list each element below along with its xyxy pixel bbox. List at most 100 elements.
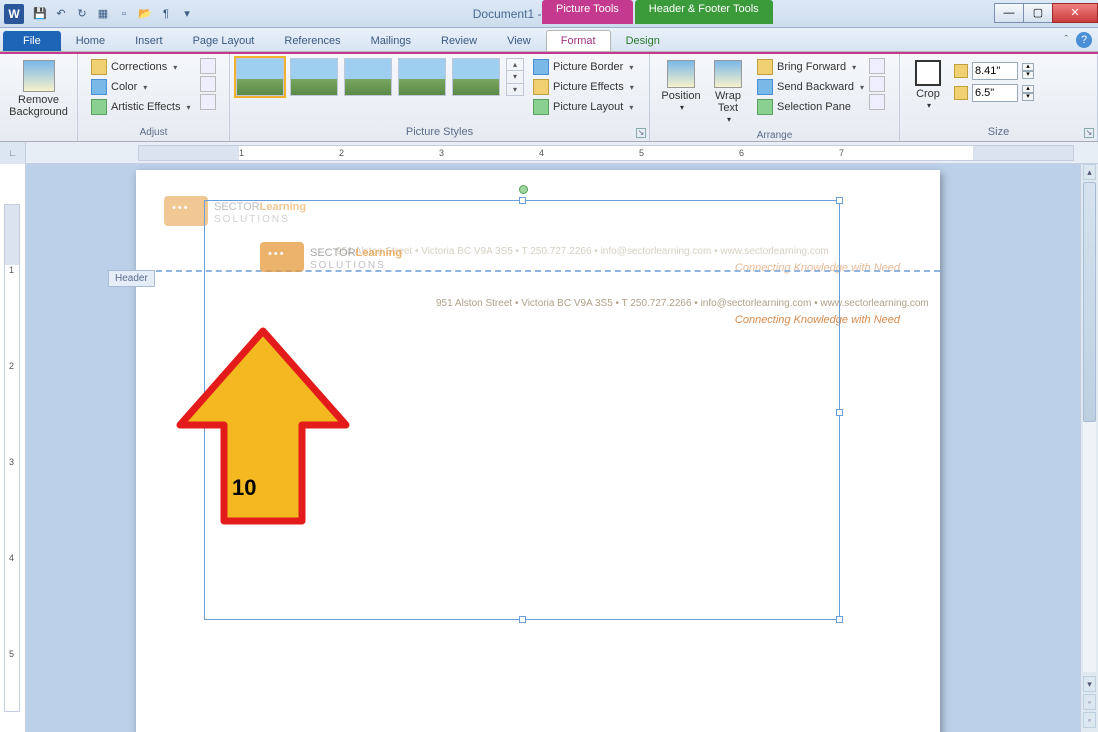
artistic-effects-icon [91,99,107,115]
close-button[interactable]: ✕ [1052,3,1098,23]
height-icon [954,64,968,78]
tab-insert[interactable]: Insert [120,30,178,51]
title-bar: W 💾 ↶ ↻ ▦ ▫ 📂 ¶ ▾ Document1 - Microsoft … [0,0,1098,28]
crop-icon [915,60,941,86]
group-label-arrange: Arrange [650,128,899,144]
handle-ne[interactable] [836,197,843,204]
prev-page-button[interactable]: ◦ [1083,694,1096,710]
height-up[interactable]: ▴ [1022,63,1034,71]
handle-e[interactable] [836,409,843,416]
rotate-icon[interactable] [869,94,885,110]
annotation-label: 10 [232,475,256,501]
remove-background-button[interactable]: Remove Background [6,58,71,120]
rotate-handle[interactable] [519,185,528,194]
next-page-button[interactable]: ◦ [1083,712,1096,728]
ruler-row: ∟ 1234567 [0,142,1098,164]
redo-icon[interactable]: ↻ [73,5,91,23]
position-button[interactable]: Position▾ [656,58,706,116]
scroll-up-button[interactable]: ▴ [1083,164,1096,180]
wrap-text-button[interactable]: Wrap Text▾ [706,58,750,128]
artistic-effects-button[interactable]: Artistic Effects▾ [88,98,194,116]
scroll-thumb[interactable] [1083,182,1096,422]
picture-effects-label: Picture Effects [553,81,624,93]
gallery-style-2[interactable] [290,58,338,96]
tab-references[interactable]: References [269,30,355,51]
file-tab[interactable]: File [3,31,61,51]
tab-home[interactable]: Home [61,30,120,51]
tab-mailings[interactable]: Mailings [356,30,426,51]
send-backward-button[interactable]: Send Backward▾ [754,78,867,96]
vertical-ruler[interactable]: 12345 [0,164,26,732]
handle-se[interactable] [836,616,843,623]
scroll-down-button[interactable]: ▾ [1083,676,1096,692]
handle-n[interactable] [519,197,526,204]
scroll-track[interactable] [1083,182,1096,672]
minimize-ribbon-icon[interactable]: ˆ [1064,34,1068,46]
tab-view[interactable]: View [492,30,546,51]
chevron-down-icon: ▾ [630,83,634,92]
chevron-down-icon: ▾ [852,63,856,72]
chevron-down-icon: ▾ [629,63,633,72]
paragraph-marks-icon[interactable]: ¶ [157,5,175,23]
picture-styles-gallery: ▴▾▾ [236,58,524,96]
picture-layout-button[interactable]: Picture Layout▾ [530,98,637,116]
color-button[interactable]: Color▾ [88,78,194,96]
compress-pictures-icon[interactable] [200,58,216,74]
qat-customize-icon[interactable]: ▾ [178,5,196,23]
gallery-style-5[interactable] [452,58,500,96]
undo-icon[interactable]: ↶ [52,5,70,23]
app-icon[interactable]: W [4,4,24,24]
chevron-down-icon: ▾ [860,83,864,92]
annotation-arrow [176,325,351,530]
bring-forward-icon [757,59,773,75]
handle-s[interactable] [519,616,526,623]
gallery-style-1[interactable] [236,58,284,96]
crop-button[interactable]: Crop▾ [906,58,950,114]
chevron-down-icon: ▾ [680,102,684,114]
tab-format[interactable]: Format [546,30,611,51]
selection-pane-label: Selection Pane [777,101,851,113]
reset-picture-icon[interactable] [200,94,216,110]
crop-label: Crop [916,88,940,100]
corrections-button[interactable]: Corrections▾ [88,58,194,76]
picture-effects-icon [533,79,549,95]
dialog-launcher-icon[interactable]: ↘ [1084,128,1094,138]
height-value: 8.41" [975,65,1000,77]
width-up[interactable]: ▴ [1022,85,1034,93]
save-icon[interactable]: 💾 [31,5,49,23]
help-icon[interactable]: ? [1076,32,1092,48]
color-label: Color [111,81,137,93]
picture-effects-button[interactable]: Picture Effects ▾ [530,78,637,96]
gallery-style-3[interactable] [344,58,392,96]
qat-item-icon[interactable]: ▦ [94,5,112,23]
width-down[interactable]: ▾ [1022,93,1034,101]
align-icon[interactable] [869,58,885,74]
selection-pane-button[interactable]: Selection Pane [754,98,867,116]
vertical-scrollbar[interactable]: ▴ ▾ ◦ ◦ [1080,164,1098,732]
tab-design[interactable]: Design [611,30,675,51]
corrections-label: Corrections [111,61,167,73]
picture-border-button[interactable]: Picture Border▾ [530,58,637,76]
gallery-more-button[interactable]: ▴▾▾ [506,58,524,96]
maximize-button[interactable]: ▢ [1023,3,1053,23]
dialog-launcher-icon[interactable]: ↘ [636,128,646,138]
bring-forward-button[interactable]: Bring Forward▾ [754,58,867,76]
quick-access-toolbar: 💾 ↶ ↻ ▦ ▫ 📂 ¶ ▾ [31,5,196,23]
chevron-down-icon: ▾ [629,103,633,112]
open-folder-icon[interactable]: 📂 [136,5,154,23]
tab-review[interactable]: Review [426,30,492,51]
height-down[interactable]: ▾ [1022,71,1034,79]
tab-selector[interactable]: ∟ [0,142,26,164]
document-scroll[interactable]: SECTORLearning SOLUTIONS 951 Alston Stre… [26,164,1098,732]
tab-page-layout[interactable]: Page Layout [178,30,270,51]
gallery-style-4[interactable] [398,58,446,96]
change-picture-icon[interactable] [200,76,216,92]
width-input[interactable]: 6.5" [972,84,1018,102]
height-input[interactable]: 8.41" [972,62,1018,80]
group-icon[interactable] [869,76,885,92]
horizontal-ruler[interactable]: 1234567 [138,145,1074,161]
new-doc-icon[interactable]: ▫ [115,5,133,23]
minimize-button[interactable]: — [994,3,1024,23]
header-tag[interactable]: Header [108,270,155,287]
chevron-down-icon: ▾ [927,100,931,112]
